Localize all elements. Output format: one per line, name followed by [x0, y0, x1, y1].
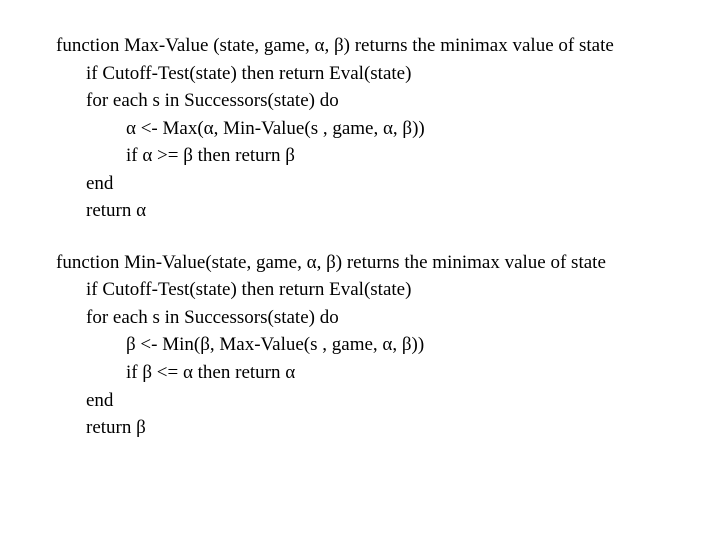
max-test: if α >= β then return β [56, 142, 720, 170]
pseudocode-page: function Max-Value (state, game, α, β) r… [0, 0, 720, 442]
max-assign: α <- Max(α, Min-Value(s , game, α, β)) [56, 115, 720, 143]
max-end: end [56, 170, 720, 198]
spacer [56, 225, 720, 249]
max-cutoff: if Cutoff-Test(state) then return Eval(s… [56, 60, 720, 88]
min-foreach: for each s in Successors(state) do [56, 304, 720, 332]
max-return: return α [56, 197, 720, 225]
min-signature: function Min-Value(state, game, α, β) re… [56, 249, 720, 277]
min-assign: β <- Min(β, Max-Value(s , game, α, β)) [56, 331, 720, 359]
min-test: if β <= α then return α [56, 359, 720, 387]
min-end: end [56, 387, 720, 415]
min-return: return β [56, 414, 720, 442]
min-cutoff: if Cutoff-Test(state) then return Eval(s… [56, 276, 720, 304]
max-signature: function Max-Value (state, game, α, β) r… [56, 32, 720, 60]
max-foreach: for each s in Successors(state) do [56, 87, 720, 115]
